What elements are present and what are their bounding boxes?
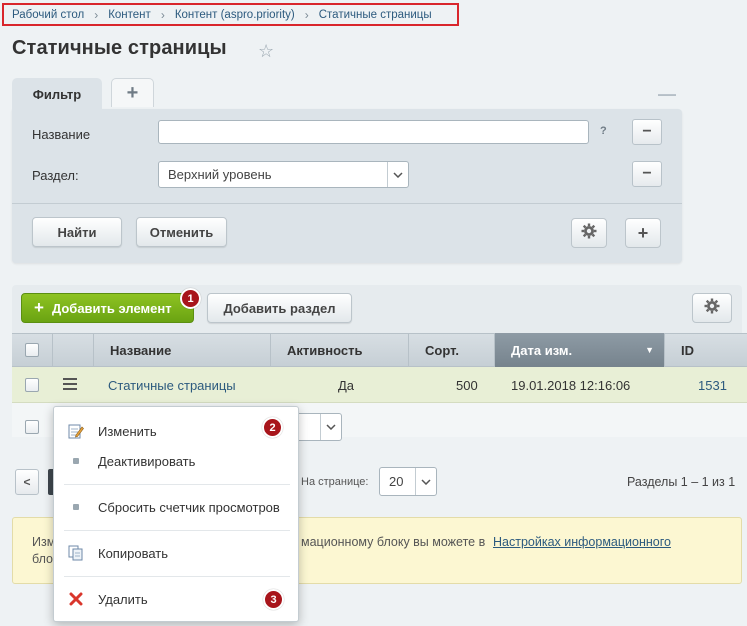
breadcrumb-item-aspro[interactable]: Контент (aspro.priority)	[175, 9, 295, 21]
page-title: Статичные страницы	[12, 37, 227, 59]
gear-icon	[704, 298, 720, 319]
remove-section-filter-button[interactable]: −	[632, 161, 662, 187]
menu-item-edit[interactable]: Изменить	[54, 419, 298, 443]
notice-text-start: Изм	[32, 535, 56, 549]
actions-column-header	[52, 333, 93, 367]
column-header-date-label: Дата изм.	[511, 342, 573, 358]
name-filter-input[interactable]	[158, 120, 589, 144]
menu-item-delete[interactable]: Удалить	[54, 587, 298, 611]
list-settings-button[interactable]	[692, 293, 732, 323]
notice-text-line2: бло	[32, 552, 53, 566]
collapse-filter-icon[interactable]: —	[658, 84, 676, 105]
menu-item-deactivate[interactable]: Деактивировать	[54, 449, 298, 473]
breadcrumb-separator: ›	[304, 7, 309, 22]
bullet-icon	[73, 504, 79, 510]
add-section-button[interactable]: Добавить раздел	[207, 293, 352, 323]
column-header-sort[interactable]: Сорт.	[408, 333, 494, 367]
name-field-label: Название	[32, 127, 91, 142]
menu-item-reset-counter[interactable]: Сбросить счетчик просмотров	[54, 495, 298, 519]
row-sort-value: 500	[456, 378, 478, 393]
tab-filter[interactable]: Фильтр	[12, 78, 102, 110]
section-select[interactable]: Верхний уровень	[158, 161, 409, 188]
group-action-select[interactable]	[295, 413, 342, 441]
breadcrumb-item-desktop[interactable]: Рабочий стол	[12, 9, 84, 21]
sort-desc-icon: ▼	[645, 345, 654, 355]
menu-separator	[64, 576, 290, 577]
breadcrumb-item-static-pages[interactable]: Статичные страницы	[319, 9, 432, 21]
section-field-label: Раздел:	[32, 168, 79, 183]
menu-item-deactivate-label: Деактивировать	[98, 453, 196, 469]
row-checkbox[interactable]	[25, 378, 39, 392]
breadcrumb: Рабочий стол › Контент › Контент (aspro.…	[2, 3, 459, 26]
per-page-label: На странице:	[301, 476, 369, 488]
menu-separator	[64, 530, 290, 531]
notice-text-middle: мационному блоку вы можете в	[301, 535, 486, 549]
menu-item-copy[interactable]: Копировать	[54, 541, 298, 565]
column-header-name[interactable]: Название	[93, 333, 270, 367]
plus-icon: +	[34, 298, 44, 317]
add-element-button[interactable]: + Добавить элемент	[21, 293, 194, 323]
bullet-icon	[73, 458, 79, 464]
row-active-value: Да	[338, 378, 355, 393]
row-id-link[interactable]: 1531	[698, 378, 727, 393]
gear-icon	[581, 223, 597, 244]
menu-item-delete-label: Удалить	[98, 591, 148, 607]
select-all-checkbox[interactable]	[25, 343, 39, 357]
notice-settings-link[interactable]: Настройках информационного	[493, 535, 671, 549]
menu-item-reset-label: Сбросить счетчик просмотров	[98, 499, 280, 515]
pagination-summary: Разделы 1 – 1 из 1	[627, 475, 736, 489]
step-badge-3: 3	[263, 589, 284, 610]
column-header-date[interactable]: Дата изм. ▼	[494, 333, 664, 367]
add-filter-field-button[interactable]: +	[625, 218, 661, 248]
filter-divider	[12, 203, 682, 204]
section-select-value: Верхний уровень	[168, 167, 272, 182]
menu-separator	[64, 484, 290, 485]
group-checkbox[interactable]	[25, 420, 39, 434]
chevron-down-icon	[415, 468, 436, 495]
help-icon[interactable]: ?	[600, 125, 607, 137]
add-filter-tab-button[interactable]: +	[111, 78, 154, 107]
row-actions-menu-icon[interactable]	[63, 378, 77, 393]
favorite-star-icon[interactable]: ☆	[258, 41, 274, 62]
cancel-button[interactable]: Отменить	[136, 217, 227, 247]
row-name-link[interactable]: Статичные страницы	[108, 378, 236, 393]
chevron-down-icon	[387, 162, 408, 187]
delete-icon	[54, 592, 98, 606]
row-date-value: 19.01.2018 12:16:06	[511, 378, 631, 393]
step-badge-1: 1	[180, 288, 201, 309]
breadcrumb-separator: ›	[94, 7, 99, 22]
filter-settings-button[interactable]	[571, 218, 607, 248]
breadcrumb-item-content[interactable]: Контент	[108, 9, 151, 21]
chevron-down-icon	[320, 414, 341, 440]
edit-icon	[54, 423, 98, 439]
breadcrumb-separator: ›	[160, 7, 165, 22]
menu-item-edit-label: Изменить	[98, 423, 157, 439]
add-element-label: Добавить элемент	[51, 300, 172, 316]
copy-icon	[54, 545, 98, 561]
column-header-activity[interactable]: Активность	[270, 333, 408, 367]
remove-name-filter-button[interactable]: −	[632, 119, 662, 145]
per-page-select[interactable]: 20	[379, 467, 437, 496]
prev-page-button[interactable]: <	[15, 469, 39, 495]
menu-item-copy-label: Копировать	[98, 545, 168, 561]
column-header-id[interactable]: ID	[664, 333, 747, 367]
select-all-cell	[12, 333, 52, 367]
per-page-value: 20	[389, 474, 404, 489]
find-button[interactable]: Найти	[32, 217, 122, 247]
step-badge-2: 2	[262, 417, 283, 438]
row-context-menu: Изменить 2 Деактивировать Сбросить счетч…	[53, 406, 299, 622]
